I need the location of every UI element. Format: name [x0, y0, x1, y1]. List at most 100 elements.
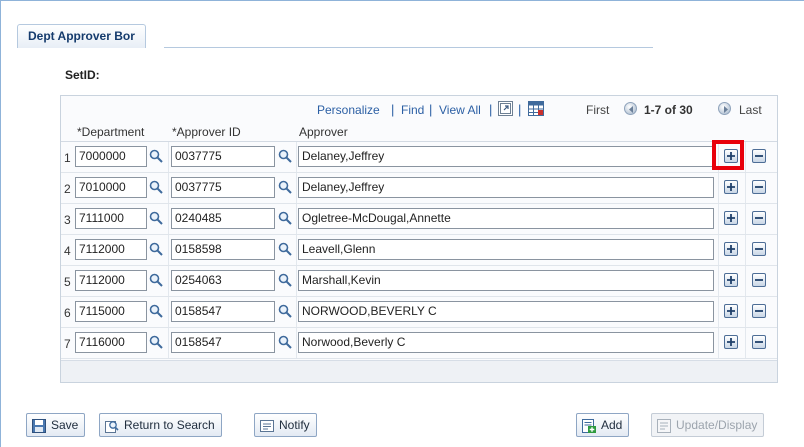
delete-row-minus-icon[interactable] [752, 149, 766, 163]
column-divider [745, 328, 746, 358]
column-divider [745, 235, 746, 265]
column-header-approver-id[interactable]: *Approver ID [172, 125, 241, 139]
department-lookup-icon[interactable] [149, 335, 163, 349]
zoom-icon[interactable] [498, 101, 513, 116]
save-label: Save [51, 418, 79, 432]
column-divider [745, 204, 746, 234]
department-lookup-icon[interactable] [149, 304, 163, 318]
approver-id-lookup-icon[interactable] [278, 149, 292, 163]
approver-id-field[interactable]: 0158547 [171, 301, 275, 322]
column-divider [296, 142, 297, 172]
column-divider [168, 173, 169, 203]
delete-row-minus-icon[interactable] [752, 273, 766, 287]
setid-label: SetID: [65, 68, 100, 82]
approver-id-field[interactable]: 0158547 [171, 332, 275, 353]
tab-divider [164, 47, 653, 48]
approver-field: Leavell,Glenn [298, 239, 714, 260]
department-field[interactable]: 7112000 [75, 239, 147, 260]
approver-id-field[interactable]: 0254063 [171, 270, 275, 291]
table-row: 5 7112000 0254063 Marshall,Kevin [61, 266, 777, 297]
department-lookup-icon[interactable] [149, 242, 163, 256]
column-divider [745, 142, 746, 172]
add-button[interactable]: Add [576, 413, 630, 437]
nav-separator: | [518, 102, 522, 117]
update-display-label: Update/Display [676, 418, 758, 432]
return-to-search-label: Return to Search [124, 418, 215, 432]
column-divider [296, 328, 297, 358]
column-divider [168, 204, 169, 234]
row-number: 2 [64, 182, 71, 196]
personalize-link[interactable]: Personalize [317, 103, 380, 117]
delete-row-minus-icon[interactable] [752, 304, 766, 318]
column-divider [718, 235, 719, 265]
add-row-plus-icon[interactable] [724, 273, 738, 287]
column-divider [168, 266, 169, 296]
update-display-button[interactable]: Update/Display [651, 413, 765, 437]
add-row-plus-icon[interactable] [724, 180, 738, 194]
department-lookup-icon[interactable] [149, 149, 163, 163]
find-link[interactable]: Find [401, 103, 424, 117]
view-all-link[interactable]: View All [439, 103, 481, 117]
column-divider [718, 297, 719, 327]
approver-id-lookup-icon[interactable] [278, 211, 292, 225]
row-number: 4 [64, 244, 71, 258]
column-divider [168, 235, 169, 265]
approver-id-lookup-icon[interactable] [278, 335, 292, 349]
table-row: 4 7112000 0158598 Leavell,Glenn [61, 235, 777, 266]
first-label: First [586, 103, 610, 117]
department-lookup-icon[interactable] [149, 180, 163, 194]
next-icon[interactable] [718, 102, 731, 115]
department-lookup-icon[interactable] [149, 211, 163, 225]
department-field[interactable]: 7116000 [75, 332, 147, 353]
delete-row-minus-icon[interactable] [752, 335, 766, 349]
column-divider [296, 297, 297, 327]
add-row-plus-icon[interactable] [724, 335, 738, 349]
delete-row-minus-icon[interactable] [752, 180, 766, 194]
row-number: 1 [64, 151, 71, 165]
approver-id-field[interactable]: 0037775 [171, 177, 275, 198]
column-divider [718, 204, 719, 234]
table-row: 2 7010000 0037775 Delaney,Jeffrey [61, 173, 777, 204]
department-field[interactable]: 7000000 [75, 146, 147, 167]
approver-grid: Personalize | Find | View All | | First … [60, 95, 778, 383]
department-field[interactable]: 7112000 [75, 270, 147, 291]
column-divider [168, 142, 169, 172]
row-number: 3 [64, 213, 71, 227]
grid-nav-bar: Personalize | Find | View All | | First … [61, 96, 777, 122]
column-header-approver[interactable]: Approver [299, 125, 348, 139]
notify-button[interactable]: Notify [254, 413, 317, 437]
department-field[interactable]: 7111000 [75, 208, 147, 229]
column-header-department[interactable]: *Department [77, 125, 144, 139]
previous-icon[interactable] [624, 102, 637, 115]
add-label: Add [601, 418, 623, 432]
department-field[interactable]: 7115000 [75, 301, 147, 322]
add-row-plus-icon[interactable] [724, 304, 738, 318]
approver-id-lookup-icon[interactable] [278, 180, 292, 194]
approver-id-lookup-icon[interactable] [278, 273, 292, 287]
column-divider [168, 297, 169, 327]
approver-id-field[interactable]: 0158598 [171, 239, 275, 260]
nav-separator: | [429, 102, 433, 117]
department-field[interactable]: 7010000 [75, 177, 147, 198]
column-divider [745, 266, 746, 296]
approver-id-field[interactable]: 0240485 [171, 208, 275, 229]
approver-id-field[interactable]: 0037775 [171, 146, 275, 167]
update-display-icon [657, 418, 671, 433]
delete-row-minus-icon[interactable] [752, 211, 766, 225]
column-divider [718, 266, 719, 296]
delete-row-minus-icon[interactable] [752, 242, 766, 256]
department-lookup-icon[interactable] [149, 273, 163, 287]
save-button[interactable]: Save [26, 413, 86, 437]
row-number: 6 [64, 306, 71, 320]
tab-dept-approver[interactable]: Dept Approver Bor [17, 24, 146, 48]
add-row-plus-icon[interactable] [724, 211, 738, 225]
approver-field: NORWOOD,BEVERLY C [298, 301, 714, 322]
add-row-plus-icon[interactable] [724, 242, 738, 256]
approver-id-lookup-icon[interactable] [278, 242, 292, 256]
approver-id-lookup-icon[interactable] [278, 304, 292, 318]
column-divider [718, 173, 719, 203]
spreadsheet-icon[interactable] [528, 101, 544, 116]
save-icon [32, 418, 46, 433]
add-row-highlight [712, 140, 744, 170]
return-to-search-button[interactable]: Return to Search [99, 413, 222, 437]
